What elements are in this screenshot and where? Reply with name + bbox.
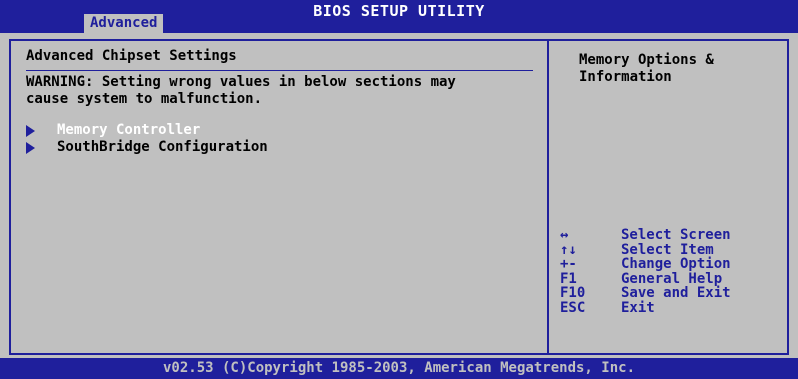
key-row-change-option: +- Change Option <box>560 257 785 272</box>
settings-panel: Advanced Chipset Settings <box>26 48 536 64</box>
help-panel: Memory Options & Information <box>579 52 779 86</box>
key-row-save-exit: F10 Save and Exit <box>560 286 785 301</box>
help-line-2: Information <box>579 69 672 85</box>
key-label: ↔ <box>560 227 569 243</box>
key-label: ↑↓ <box>560 241 577 258</box>
submenu-arrow-icon <box>26 141 35 154</box>
key-row-exit: ESC Exit <box>560 299 785 316</box>
key-row-select-item: ↑↓ Select Item <box>560 241 785 258</box>
menu-item-label: SouthBridge Configuration <box>57 139 268 155</box>
tab-advanced[interactable]: Advanced <box>84 14 164 33</box>
key-row-general-help: F1 General Help <box>560 270 785 287</box>
key-label: F1 <box>560 270 577 287</box>
help-line-1: Memory Options & <box>579 52 714 68</box>
page-title: Advanced Chipset Settings <box>26 48 237 64</box>
copyright-footer: v02.53 (C)Copyright 1985-2003, American … <box>0 358 798 379</box>
key-label: ESC <box>560 299 586 316</box>
warning-line-2: cause system to malfunction. <box>26 91 263 107</box>
title-underline <box>26 70 533 71</box>
key-legend: ↔ Select Screen ↑↓ Select Item +- Change… <box>560 228 785 315</box>
menu-item-southbridge-configuration[interactable]: SouthBridge Configuration <box>26 139 268 156</box>
key-action: Change Option <box>621 256 731 272</box>
key-label: F10 <box>560 285 586 301</box>
key-row-select-screen: ↔ Select Screen <box>560 228 785 243</box>
top-bar: BIOS SETUP UTILITY Advanced <box>0 0 798 33</box>
key-action: Select Item <box>621 241 714 258</box>
key-action: Save and Exit <box>621 285 731 301</box>
key-action: Exit <box>621 299 655 316</box>
panel-divider <box>547 39 549 355</box>
warning-line-1: WARNING: Setting wrong values in below s… <box>26 74 456 90</box>
warning-text: WARNING: Setting wrong values in below s… <box>26 74 526 108</box>
key-action: Select Screen <box>621 227 731 243</box>
key-label: +- <box>560 256 577 272</box>
key-action: General Help <box>621 270 723 287</box>
menu-item-memory-controller[interactable]: Memory Controller <box>26 122 200 139</box>
menu-item-label: Memory Controller <box>57 122 201 138</box>
submenu-arrow-icon <box>26 124 35 137</box>
